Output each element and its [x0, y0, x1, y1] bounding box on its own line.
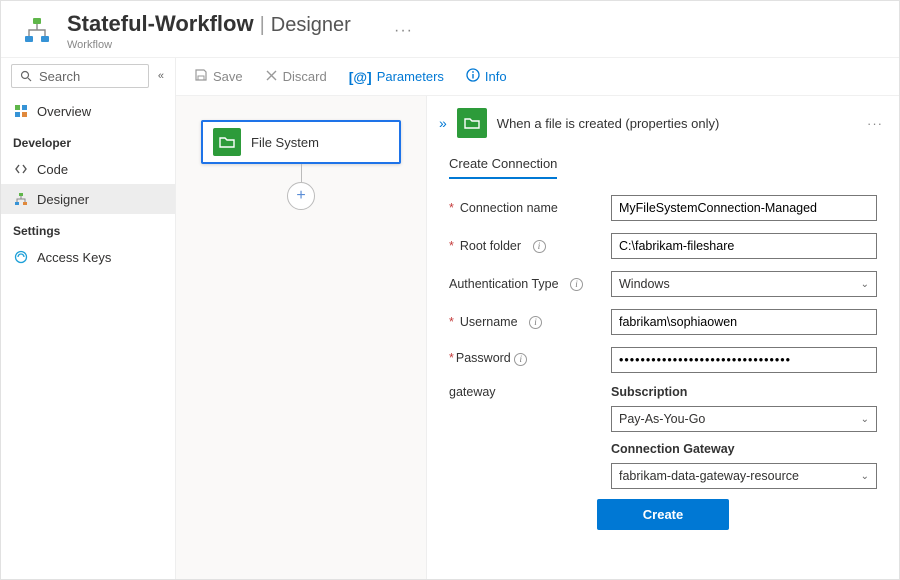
save-icon — [194, 68, 208, 85]
sidebar-item-code[interactable]: Code — [1, 154, 175, 184]
designer-canvas[interactable]: File System + — [176, 96, 426, 579]
search-icon — [18, 68, 34, 84]
label-username: *Username i — [449, 315, 599, 329]
save-button[interactable]: Save — [190, 64, 247, 89]
discard-button[interactable]: Discard — [261, 65, 331, 89]
sidebar-item-access-keys[interactable]: Access Keys — [1, 242, 175, 272]
panel-collapse-button[interactable]: » — [439, 115, 447, 131]
title-separator: | — [260, 14, 265, 37]
workflow-node-file-system[interactable]: File System — [201, 120, 401, 164]
page-title: Stateful-Workflow — [67, 11, 254, 37]
toolbar-label: Discard — [283, 69, 327, 84]
connection-name-input[interactable] — [611, 195, 877, 221]
toolbar: Save Discard [@] Parameters Info — [176, 58, 899, 96]
chevron-down-icon: ⌄ — [861, 414, 869, 425]
connection-form: *Connection name *Root folder i Authenti… — [427, 179, 899, 493]
page-subtitle: Workflow — [67, 39, 351, 51]
overview-icon — [13, 103, 29, 119]
info-icon — [466, 68, 480, 85]
chevron-down-icon: ⌄ — [861, 471, 869, 482]
access-keys-icon — [13, 249, 29, 265]
toolbar-label: Parameters — [377, 69, 444, 84]
connector-line — [301, 164, 302, 182]
sidebar-item-designer[interactable]: Designer — [1, 184, 175, 214]
select-value: Windows — [619, 277, 670, 291]
designer-icon — [13, 191, 29, 207]
toolbar-label: Info — [485, 69, 507, 84]
label-password-gateway: *Password i — [449, 347, 599, 366]
discard-icon — [265, 69, 278, 85]
sidebar-item-label: Code — [37, 162, 68, 177]
subscription-select[interactable]: Pay-As-You-Go ⌄ — [611, 406, 877, 432]
select-value: fabrikam-data-gateway-resource — [619, 469, 799, 483]
info-icon[interactable]: i — [514, 353, 527, 366]
root-folder-input[interactable] — [611, 233, 877, 259]
parameters-icon: [@] — [349, 69, 372, 85]
label-root-folder: *Root folder i — [449, 239, 599, 253]
password-input[interactable] — [611, 347, 877, 373]
panel-more-button[interactable]: ··· — [867, 116, 883, 131]
create-button[interactable]: Create — [597, 499, 729, 530]
node-label: File System — [251, 135, 319, 150]
parameters-button[interactable]: [@] Parameters — [345, 65, 448, 89]
header-more-button[interactable]: ··· — [386, 18, 421, 44]
connection-gateway-select[interactable]: fabrikam-data-gateway-resource ⌄ — [611, 463, 877, 489]
sidebar-item-overview[interactable]: Overview — [1, 96, 175, 126]
info-button[interactable]: Info — [462, 64, 511, 89]
sidebar-heading-developer: Developer — [1, 126, 175, 154]
label-subscription: Subscription — [611, 385, 877, 399]
label-connection-name: *Connection name — [449, 201, 599, 215]
workflow-icon — [19, 13, 55, 49]
auth-type-select[interactable]: Windows ⌄ — [611, 271, 877, 297]
page-header: Stateful-Workflow | Designer Workflow ··… — [1, 1, 899, 58]
add-step-button[interactable]: + — [287, 182, 315, 210]
panel-title: When a file is created (properties only) — [497, 116, 720, 131]
label-auth-type: Authentication Type i — [449, 277, 599, 291]
sidebar-heading-settings: Settings — [1, 214, 175, 242]
search-input[interactable]: Search — [11, 64, 149, 88]
search-placeholder: Search — [39, 69, 80, 84]
details-panel: » When a file is created (properties onl… — [426, 96, 899, 579]
file-system-icon — [457, 108, 487, 138]
username-input[interactable] — [611, 309, 877, 335]
tab-create-connection[interactable]: Create Connection — [449, 150, 557, 179]
sidebar-item-label: Overview — [37, 104, 91, 119]
info-icon[interactable]: i — [533, 240, 546, 253]
select-value: Pay-As-You-Go — [619, 412, 705, 426]
toolbar-label: Save — [213, 69, 243, 84]
chevron-down-icon: ⌄ — [861, 279, 869, 290]
info-icon[interactable]: i — [570, 278, 583, 291]
label-connection-gateway: Connection Gateway — [611, 442, 877, 456]
file-system-icon — [213, 128, 241, 156]
info-icon[interactable]: i — [529, 316, 542, 329]
sidebar-item-label: Access Keys — [37, 250, 111, 265]
label-gateway: gateway — [449, 385, 599, 399]
page-section: Designer — [271, 14, 351, 37]
sidebar: Search « Overview Developer Code — [1, 58, 176, 579]
code-icon — [13, 161, 29, 177]
sidebar-collapse-button[interactable]: « — [155, 67, 167, 85]
sidebar-item-label: Designer — [37, 192, 89, 207]
